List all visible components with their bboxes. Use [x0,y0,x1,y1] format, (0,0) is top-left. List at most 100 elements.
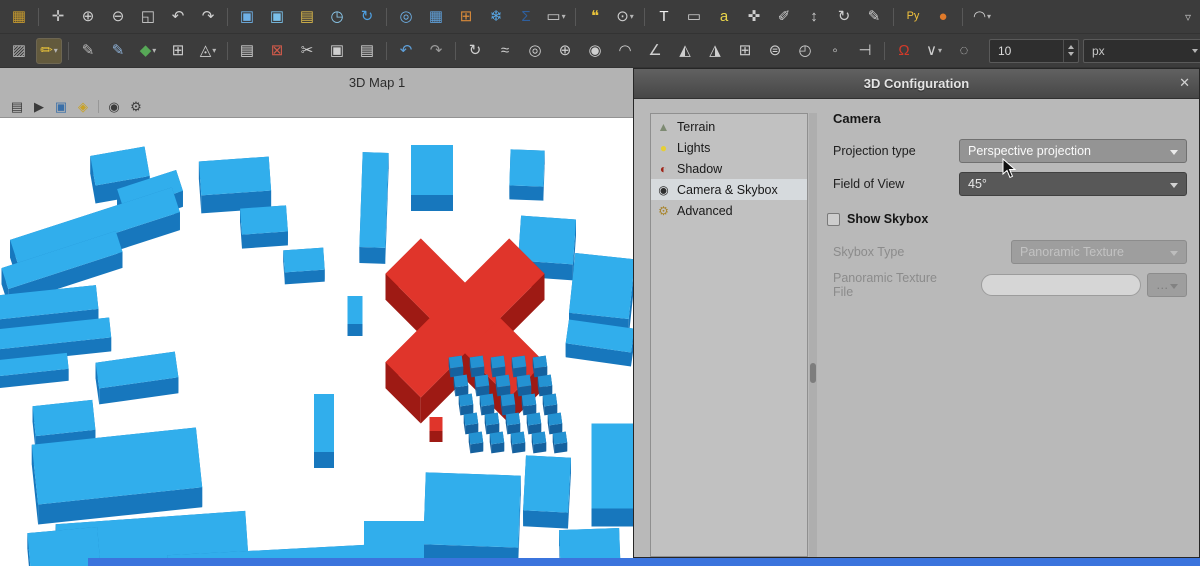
copy-features-icon[interactable]: ▣ [324,38,350,64]
split-features-icon[interactable]: ◭ [672,38,698,64]
zoom-full-icon[interactable]: ◱ [135,4,161,30]
settings-page-advanced[interactable]: ⚙Advanced [651,200,807,221]
trim-extend-icon[interactable]: ⊣ [852,38,878,64]
map-tips-icon[interactable]: ❝ [582,4,608,30]
field-of-view-select[interactable]: 45° [959,172,1187,196]
plugin-manager-icon[interactable]: ● [930,4,956,30]
scene-menu-icon[interactable]: ▤ [7,98,27,116]
panoramic-texture-file-input[interactable] [981,274,1141,296]
change-label-properties-icon[interactable]: ✎ [861,4,887,30]
map-3d-canvas[interactable] [0,118,633,566]
settings-page-shadow[interactable]: ◐Shadow [651,158,807,179]
add-polygon-feature-icon: ◆ [140,43,152,58]
datasource-manager-icon[interactable]: ▦ [6,4,32,30]
dialog-titlebar[interactable]: 3D Configuration ✕ [634,69,1199,99]
fill-ring-icon[interactable]: ◉ [582,38,608,64]
pin-labels-icon[interactable]: ✜ [741,4,767,30]
dropdown-arrow-icon: ▾ [987,12,991,21]
configure-scene-icon[interactable]: ⚙ [126,98,146,116]
move-label-icon[interactable]: ↕ [801,4,827,30]
add-part-icon[interactable]: ⊕ [552,38,578,64]
show-skybox-checkbox[interactable] [827,213,840,226]
rotate-label-icon[interactable]: ↻ [831,4,857,30]
visibility-eye-icon[interactable]: ◉ [104,98,124,116]
processing-toolbox-icon: ❄ [490,9,503,24]
snapping-tolerance-spinbox[interactable]: 10 [989,39,1079,63]
snapping-magnet-icon[interactable]: Ω [891,38,917,64]
zoom-last-icon[interactable]: ↶ [165,4,191,30]
text-annotation-icon[interactable]: T [651,4,677,30]
toolbar-overflow-icon[interactable]: ▿ [1180,10,1196,24]
add-ring-icon[interactable]: ◎ [522,38,548,64]
close-icon[interactable]: ✕ [1179,76,1190,89]
python-console-icon[interactable]: Py [900,4,926,30]
lightbulb-icon: ● [656,142,671,154]
split-parts-icon[interactable]: ◮ [702,38,728,64]
zoom-next-icon[interactable]: ↷ [195,4,221,30]
paste-features-icon[interactable]: ▤ [354,38,380,64]
settings-page-terrain[interactable]: ▲Terrain [651,116,807,137]
export-3d-scene-icon[interactable]: ◈ [73,98,93,116]
split-parts-icon: ◮ [709,43,721,58]
zoom-in-icon[interactable]: ⊕ [75,4,101,30]
select-features-icon[interactable]: ▨ [6,38,32,64]
new-map-view-icon[interactable]: ▣ [234,4,260,30]
cut-features-icon[interactable]: ✂ [294,38,320,64]
dialog-body: ▲Terrain●Lights◐Shadow◉Camera & Skybox⚙A… [634,99,1199,557]
current-edits-icon[interactable]: ✏▾ [36,38,62,64]
spin-up-icon[interactable] [1068,45,1074,49]
toggle-editing-icon[interactable]: ✎ [75,38,101,64]
current-edits-icon: ✏ [40,43,53,58]
offset-curve-icon[interactable]: ◠ [612,38,638,64]
projection-type-select[interactable]: Perspective projection [959,139,1187,163]
temporal-controller-icon[interactable]: ◷ [324,4,350,30]
processing-toolbox-icon[interactable]: ❄ [483,4,509,30]
rotate-feature-icon[interactable]: ↻ [462,38,488,64]
merge-attributes-icon[interactable]: ⊜ [762,38,788,64]
play-animation-icon[interactable]: ▶ [29,98,49,116]
spin-down-icon[interactable] [1068,52,1074,56]
undo-icon[interactable]: ↶ [393,38,419,64]
reshape-features-icon[interactable]: ∠ [642,38,668,64]
rotate-point-symbols-icon[interactable]: ◴ [792,38,818,64]
statistics-summary-icon[interactable]: Σ [513,4,539,30]
zoom-last-icon: ↶ [172,9,185,24]
modify-attributes-icon[interactable]: ▤ [234,38,260,64]
html-annotation-icon[interactable]: ▭ [681,4,707,30]
pan-map-icon[interactable]: ✛ [45,4,71,30]
zoom-native-resolution-icon[interactable]: ⊙▾ [612,4,638,30]
browse-ellipsis-label: … [1156,278,1169,292]
new-3d-map-view-icon[interactable]: ▣ [264,4,290,30]
settings-page-lights[interactable]: ●Lights [651,137,807,158]
settings-page-camera-skybox[interactable]: ◉Camera & Skybox [651,179,807,200]
offset-point-symbol-icon[interactable]: ◦ [822,38,848,64]
add-polygon-feature-icon[interactable]: ◆▾ [135,38,161,64]
field-calculator-icon[interactable]: ⊞ [453,4,479,30]
highlight-pinned-labels-icon[interactable]: ✐ [771,4,797,30]
toolbar-separator [893,8,894,26]
measure-icon[interactable]: ▭▾ [543,4,569,30]
skybox-type-select[interactable]: Panoramic Texture [1011,240,1187,264]
vertex-tool-icon[interactable]: ◬▾ [195,38,221,64]
snapping-unit-select[interactable]: px [1083,39,1200,63]
vertex-tool-icon: ◬ [200,43,212,58]
save-image-icon[interactable]: ▣ [51,98,71,116]
scrollbar-thumb[interactable] [810,363,816,383]
refresh-map-icon[interactable]: ↻ [354,4,380,30]
new-annotation-icon[interactable]: ◠▾ [969,4,995,30]
merge-features-icon[interactable]: ⊞ [732,38,758,64]
zoom-out-icon[interactable]: ⊖ [105,4,131,30]
redo-icon[interactable]: ↷ [423,38,449,64]
add-feature-icon[interactable]: ⊞ [165,38,191,64]
snapping-mode-icon[interactable]: ∨▾ [921,38,947,64]
simplify-feature-icon[interactable]: ≈ [492,38,518,64]
list-scrollbar[interactable] [809,113,817,557]
texture-file-browse-button[interactable]: … [1147,273,1187,297]
snapping-tolerance-icon[interactable]: ◌ [951,38,977,64]
bookmark-manager-icon[interactable]: ▤ [294,4,320,30]
label-toolbar-icon[interactable]: a [711,4,737,30]
identify-features-icon[interactable]: ◎ [393,4,419,30]
delete-selected-icon[interactable]: ⊠ [264,38,290,64]
save-layer-edits-icon[interactable]: ✎ [105,38,131,64]
open-attribute-table-icon[interactable]: ▦ [423,4,449,30]
